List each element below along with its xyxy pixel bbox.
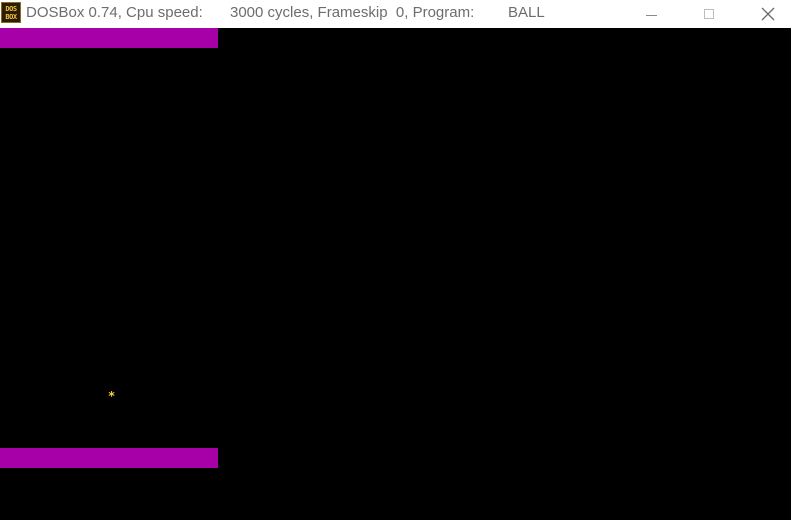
close-icon	[761, 7, 775, 21]
cpu-cycles-info: 3000 cycles, Frameskip 0, Program:	[230, 4, 475, 21]
maximize-icon	[704, 9, 714, 19]
maximize-button[interactable]	[686, 0, 732, 28]
ball: *	[108, 389, 116, 403]
window-title: DOSBox 0.74, Cpu speed:	[26, 4, 203, 21]
app-icon-text-bottom: BOX	[5, 12, 17, 21]
bottom-paddle	[0, 448, 218, 468]
app-icon-text-top: DOS	[5, 4, 17, 13]
dosbox-window: DOS BOX DOSBox 0.74, Cpu speed: 3000 cyc…	[0, 0, 791, 520]
program-name: BALL	[508, 4, 545, 21]
title-bar[interactable]: DOS BOX DOSBox 0.74, Cpu speed: 3000 cyc…	[0, 0, 791, 28]
top-paddle	[0, 28, 218, 48]
close-button[interactable]	[745, 0, 791, 28]
minimize-icon	[645, 14, 657, 16]
minimize-button[interactable]	[628, 0, 674, 28]
game-screen[interactable]: *	[0, 28, 791, 520]
dosbox-app-icon[interactable]: DOS BOX	[1, 2, 21, 23]
